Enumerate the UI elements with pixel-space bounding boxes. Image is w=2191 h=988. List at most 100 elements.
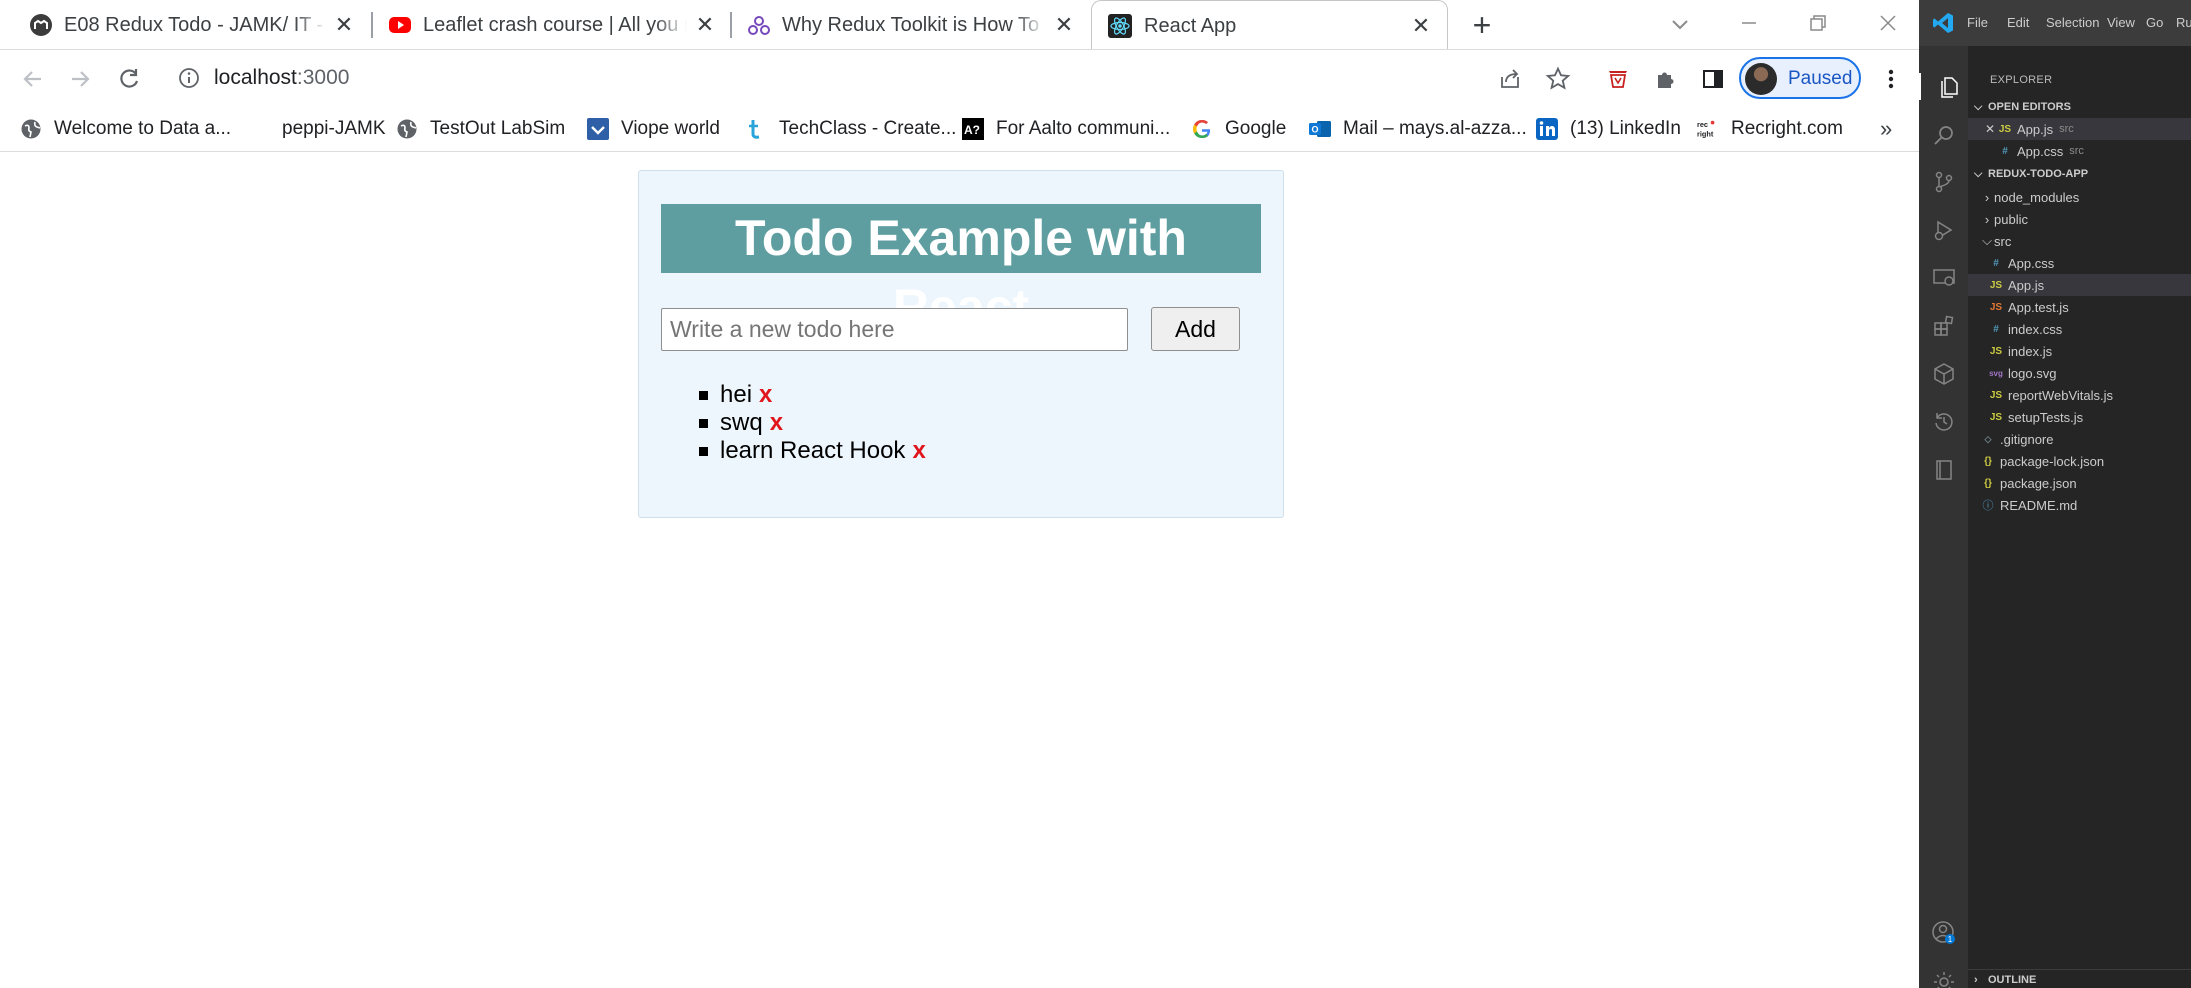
file-name: App.css [2008, 255, 2055, 271]
folder-node-modules[interactable]: › node_modules [1968, 186, 2191, 208]
add-todo-button[interactable]: Add [1151, 307, 1240, 351]
javascript-file-icon: JS [1989, 411, 2003, 423]
more-menu-icon[interactable] [1876, 64, 1906, 94]
minimize-icon[interactable] [1734, 8, 1764, 38]
close-icon[interactable]: ✕ [1409, 13, 1433, 38]
file-name: reportWebVitals.js [2008, 387, 2114, 403]
search-icon[interactable] [1930, 121, 1957, 148]
explorer-icon[interactable] [1919, 73, 1968, 100]
close-window-icon[interactable] [1873, 8, 1903, 38]
forward-icon[interactable] [63, 62, 97, 96]
menu-selection[interactable]: Selection [2046, 15, 2099, 30]
file-item[interactable]: # index.css [1968, 318, 2191, 340]
delete-todo-button[interactable]: x [759, 381, 772, 408]
accounts-badge: 1 [1947, 935, 1952, 944]
star-icon[interactable] [1543, 64, 1573, 94]
file-item[interactable]: ◇ .gitignore [1968, 428, 2191, 450]
file-item[interactable]: JS setupTests.js [1968, 406, 2191, 428]
menu-go[interactable]: Go [2146, 15, 2163, 30]
delete-todo-button[interactable]: x [770, 409, 783, 436]
file-item[interactable]: {} package.json [1968, 472, 2191, 494]
file-name: App.js [2017, 121, 2054, 137]
bookmark-item[interactable]: (13) LinkedIn [1536, 114, 1681, 144]
javascript-file-icon: JS [1998, 123, 2012, 135]
open-editor-item[interactable]: ✕ JS App.js src [1968, 118, 2191, 140]
puzzle-icon[interactable] [1651, 64, 1681, 94]
notebook-icon[interactable] [1930, 456, 1957, 483]
source-control-icon[interactable] [1930, 168, 1957, 195]
project-header[interactable]: ⌵ REDUX-TODO-APP [1968, 164, 2191, 184]
globe-icon [20, 118, 42, 140]
techclass-icon [745, 118, 767, 140]
remote-explorer-icon[interactable] [1930, 264, 1957, 291]
tab-react-app[interactable]: React App ✕ [1091, 0, 1448, 49]
file-item[interactable]: JS App.js [1968, 274, 2191, 296]
url-host: localhost [214, 66, 297, 89]
bookmark-item[interactable]: Google [1191, 114, 1286, 144]
close-icon[interactable]: ✕ [1052, 12, 1076, 37]
browser-window: E08 Redux Todo - JAMK/ IT - TTC ✕ Leafle… [0, 0, 1919, 988]
bookmark-item[interactable]: Welcome to Data a... [20, 114, 231, 144]
back-icon[interactable] [16, 62, 50, 96]
section-title: OPEN EDITORS [1988, 101, 2071, 113]
tab-redux-toolkit[interactable]: Why Redux Toolkit is How To Use ✕ [718, 0, 1090, 49]
tab-leaflet[interactable]: Leaflet crash course | All you need ✕ [359, 0, 731, 49]
gear-icon[interactable] [1930, 968, 1957, 988]
url-text: localhost:3000 [214, 66, 349, 90]
bookmarks-overflow-button[interactable]: » [1880, 114, 1892, 144]
outline-header[interactable]: › OUTLINE [1968, 969, 2191, 988]
file-name: package.json [2000, 475, 2077, 491]
bookmark-item[interactable]: rec right Recright.com [1697, 114, 1843, 144]
timeline-icon[interactable] [1930, 408, 1957, 435]
file-item[interactable]: {} package-lock.json [1968, 450, 2191, 472]
extension-pdf-icon[interactable] [1603, 64, 1633, 94]
json-file-icon: {} [1984, 455, 1992, 467]
todo-app-container: Todo Example with React Add heix swqx le… [638, 170, 1284, 518]
open-editor-item[interactable]: # App.css src [1968, 140, 2191, 162]
todo-item: swq x [699, 409, 926, 437]
profile-button[interactable]: Paused [1739, 57, 1861, 99]
close-icon[interactable]: ✕ [332, 12, 356, 37]
bookmark-item[interactable]: O Mail – mays.al-azza... [1309, 114, 1527, 144]
restore-icon[interactable] [1803, 8, 1833, 38]
file-item[interactable]: # App.css [1968, 252, 2191, 274]
accounts-icon[interactable]: 1 [1930, 919, 1957, 946]
file-item[interactable]: JS App.test.js [1968, 296, 2191, 318]
file-item[interactable]: JS reportWebVitals.js [1968, 384, 2191, 406]
close-icon[interactable]: ✕ [693, 12, 717, 37]
folder-public[interactable]: › public [1968, 208, 2191, 230]
side-panel-icon[interactable] [1698, 64, 1728, 94]
address-bar[interactable]: localhost:3000 [170, 54, 1470, 102]
bookmark-label: (13) LinkedIn [1570, 118, 1681, 139]
bookmark-item[interactable]: peppi-JAMK [282, 114, 386, 144]
file-item[interactable]: JS index.js [1968, 340, 2191, 362]
run-debug-icon[interactable] [1930, 216, 1957, 243]
menu-edit[interactable]: Edit [2007, 15, 2029, 30]
menu-view[interactable]: View [2107, 15, 2135, 30]
app-title: Todo Example with React [661, 204, 1261, 335]
extensions-icon[interactable] [1930, 312, 1957, 339]
menu-run[interactable]: Ru [2176, 15, 2191, 30]
delete-todo-button[interactable]: x [912, 437, 925, 464]
new-todo-input[interactable] [661, 308, 1128, 351]
bookmark-item[interactable]: TestOut LabSim [396, 114, 565, 144]
menu-file[interactable]: File [1967, 15, 1988, 30]
package-icon[interactable] [1930, 360, 1957, 387]
open-editors-header[interactable]: ⌵ OPEN EDITORS [1968, 97, 2191, 117]
folder-src[interactable]: ⌵ src [1968, 230, 2191, 252]
file-item[interactable]: ⓘ README.md [1968, 494, 2191, 516]
new-tab-button[interactable]: + [1465, 7, 1499, 43]
bookmark-item[interactable]: A? For Aalto communi... [962, 114, 1170, 144]
share-icon[interactable] [1495, 64, 1525, 94]
chevron-down-icon[interactable] [1666, 10, 1694, 38]
chevron-right-icon: › [1984, 189, 1990, 205]
info-icon[interactable] [178, 67, 200, 89]
bookmark-item[interactable]: Viope world [587, 114, 720, 144]
file-item[interactable]: svg logo.svg [1968, 362, 2191, 384]
tab-redux-todo[interactable]: E08 Redux Todo - JAMK/ IT - TTC ✕ [0, 0, 370, 49]
svg-text:right: right [1697, 129, 1714, 138]
file-path: src [2069, 145, 2084, 157]
bookmark-item[interactable]: TechClass - Create... [745, 114, 956, 144]
reload-icon[interactable] [112, 62, 146, 96]
close-icon[interactable]: ✕ [1983, 122, 1997, 136]
